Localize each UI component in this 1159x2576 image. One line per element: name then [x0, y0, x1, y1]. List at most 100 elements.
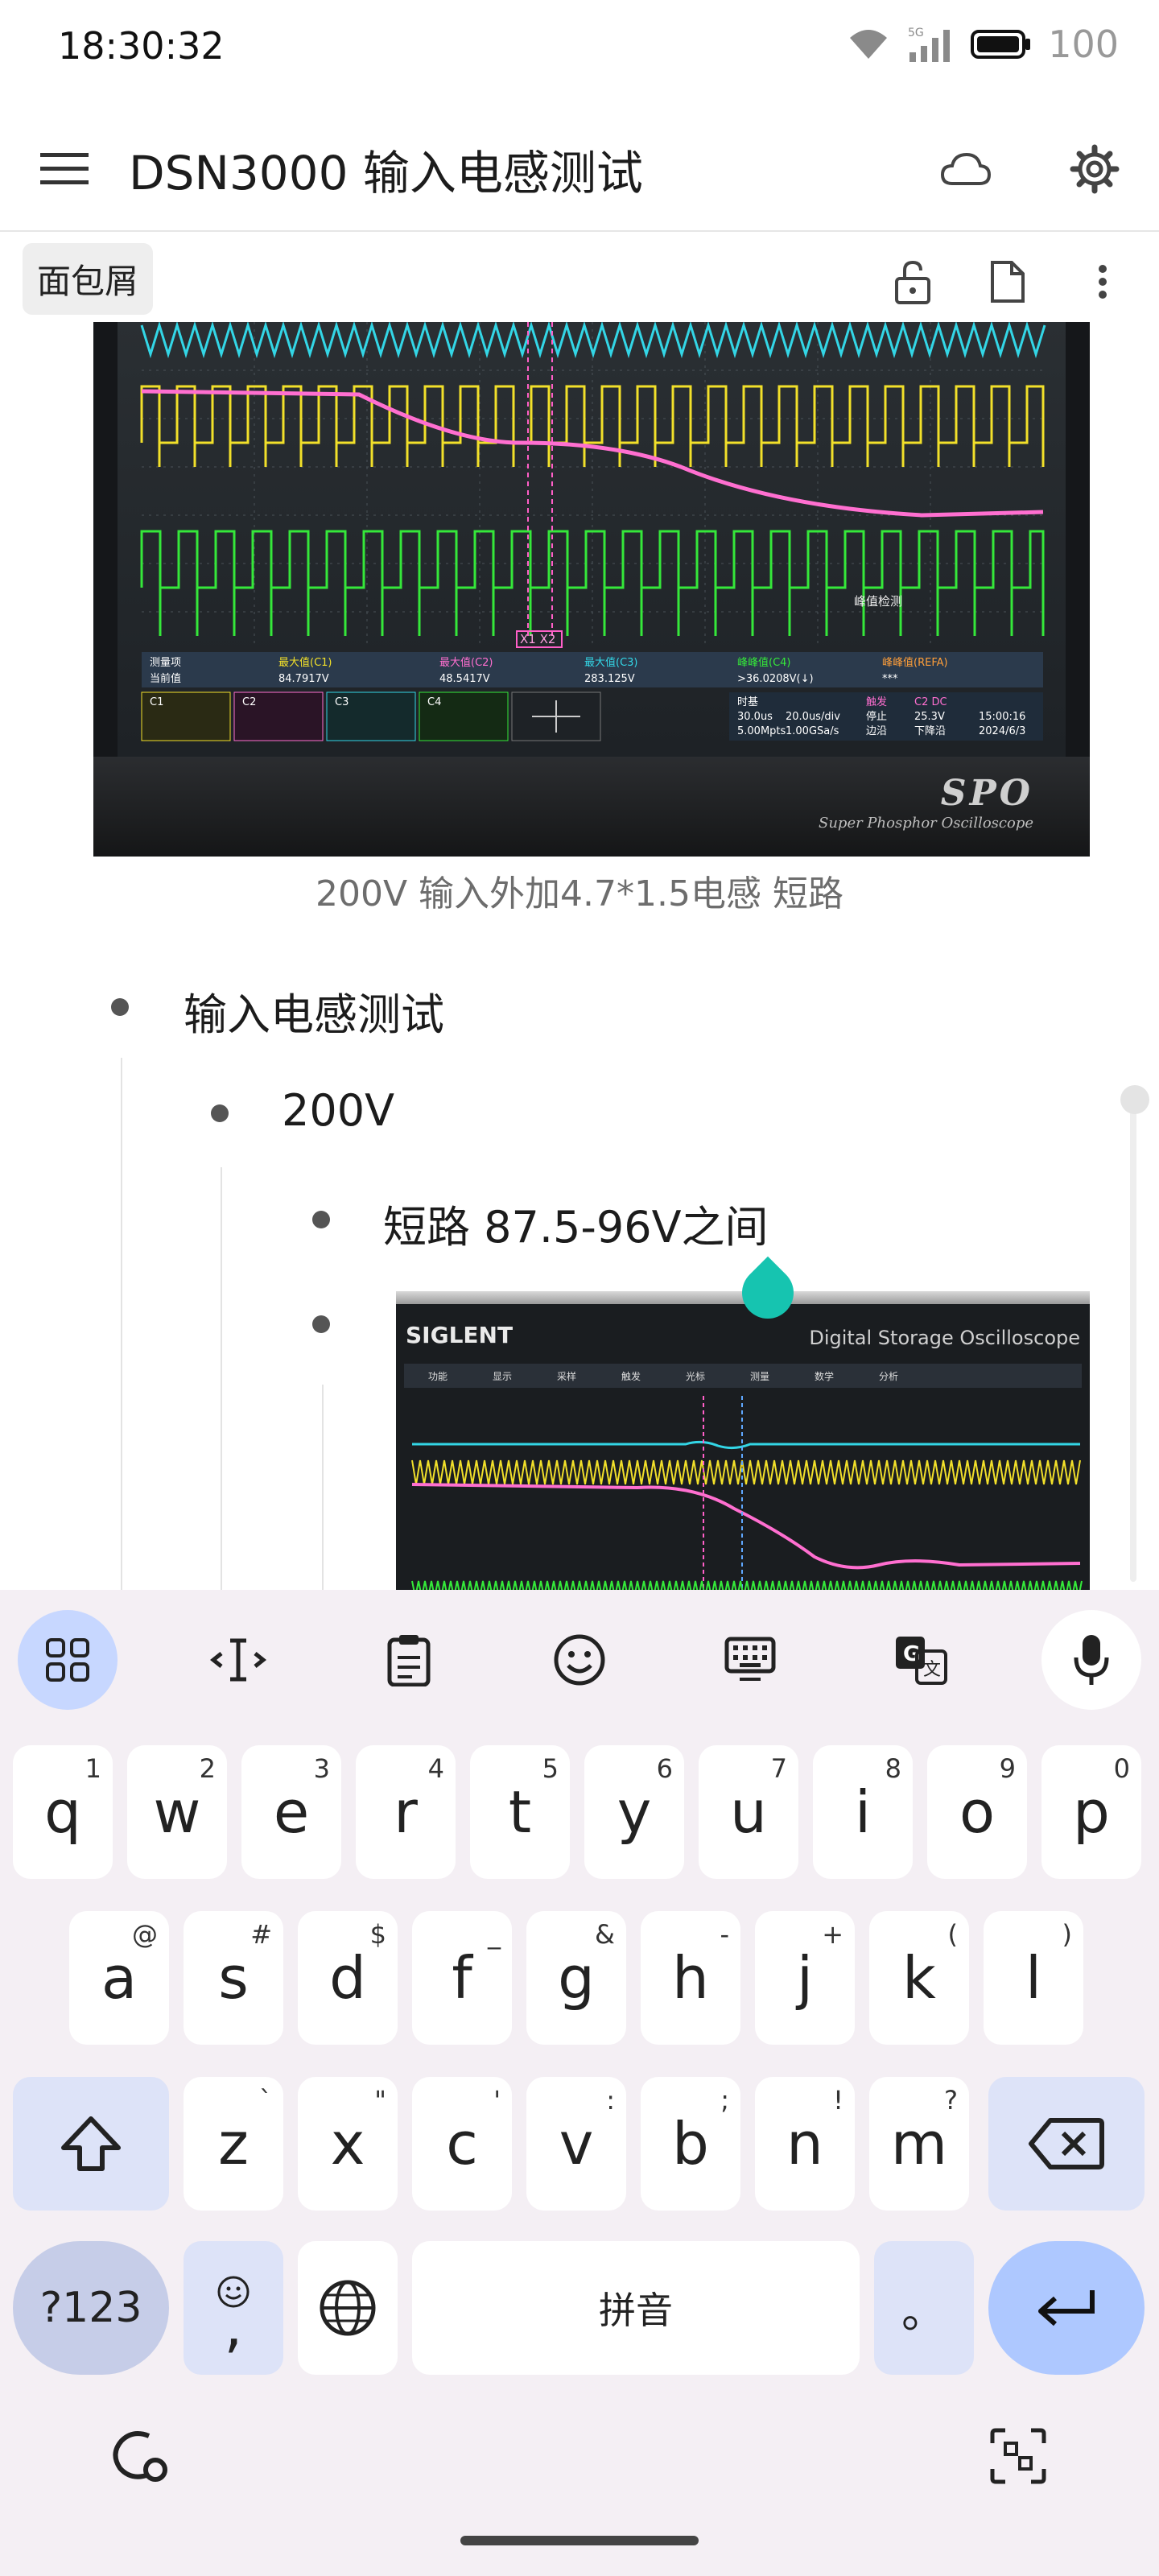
- key-n[interactable]: n!: [755, 2077, 855, 2211]
- trigger-label: 触发: [866, 696, 887, 708]
- status-bar: 18:30:32 5G 100: [0, 0, 1159, 97]
- breadcrumb[interactable]: 面包屑: [23, 243, 154, 315]
- oscilloscope-image-2[interactable]: SIGLENT Digital Storage Oscilloscope 功能 …: [396, 1291, 1090, 1590]
- cellular-signal-icon: 5G: [908, 27, 951, 62]
- channel-label: C2: [242, 696, 256, 708]
- key-hint: 0: [1113, 1753, 1130, 1784]
- key-j[interactable]: j +: [755, 1911, 855, 2045]
- key-label: v: [559, 2110, 594, 2178]
- space-key[interactable]: 拼音: [412, 2241, 860, 2375]
- scope-menu-item: 功能: [428, 1371, 448, 1382]
- clipboard-icon: [387, 1635, 431, 1686]
- list-item[interactable]: 短路 87.5-96V之间: [383, 1191, 769, 1255]
- emoji-button[interactable]: [530, 1610, 629, 1710]
- key-hint: ": [374, 2085, 386, 2116]
- key-v[interactable]: v:: [526, 2077, 626, 2211]
- more-options-button[interactable]: [1070, 250, 1135, 314]
- key-hint: 4: [427, 1753, 444, 1784]
- key-h[interactable]: h-: [641, 1911, 740, 2045]
- scope-menu-item: 分析: [879, 1371, 898, 1382]
- key-x[interactable]: x ": [298, 2077, 398, 2211]
- key-a[interactable]: a @: [69, 1911, 169, 2045]
- key-hint: 7: [770, 1753, 787, 1784]
- svg-text:5G: 5G: [908, 27, 924, 39]
- key-g[interactable]: g &: [526, 1911, 626, 2045]
- key-hint: +: [822, 1919, 843, 1950]
- svg-text:文: 文: [923, 1660, 941, 1680]
- key-d[interactable]: d $: [298, 1911, 398, 2045]
- cloud-sync-button[interactable]: [934, 137, 998, 201]
- key-l[interactable]: l): [984, 1911, 1083, 2045]
- scope-menu-item: 采样: [557, 1370, 576, 1382]
- key-s[interactable]: s #: [184, 1911, 283, 2045]
- key-label: t: [508, 1778, 532, 1846]
- voice-input-button[interactable]: [1041, 1610, 1141, 1710]
- key-label: 拼音: [599, 2289, 673, 2332]
- key-q[interactable]: q1: [13, 1745, 113, 1879]
- measure-value: >36.0208V(↓): [737, 673, 814, 685]
- document-content[interactable]: X1 X2 峰值检测 测量项 当前值 最大值(C1) 84.7917V 最大值(…: [0, 314, 1159, 1590]
- key-b[interactable]: b;: [641, 2077, 740, 2211]
- home-indicator[interactable]: [460, 2536, 699, 2545]
- backspace-key[interactable]: [988, 2077, 1145, 2211]
- shift-key[interactable]: [13, 2077, 169, 2211]
- key-w[interactable]: w2: [127, 1745, 227, 1879]
- key-p[interactable]: p0: [1041, 1745, 1141, 1879]
- key-i[interactable]: i8: [813, 1745, 913, 1879]
- scrollbar-track[interactable]: [1130, 1099, 1136, 1582]
- key-z[interactable]: z `: [184, 2077, 283, 2211]
- key-o[interactable]: o9: [927, 1745, 1027, 1879]
- key-c[interactable]: c ': [412, 2077, 512, 2211]
- peak-detect-label: 峰值检测: [854, 594, 902, 609]
- symbols-key[interactable]: ?123: [13, 2241, 169, 2375]
- screenshot-button[interactable]: [982, 2420, 1054, 2492]
- settings-button[interactable]: [1062, 137, 1127, 201]
- document-icon: [991, 261, 1025, 303]
- key-f[interactable]: f _: [412, 1911, 512, 2045]
- scope-menu-item: 光标: [686, 1371, 705, 1382]
- language-key[interactable]: [298, 2241, 398, 2375]
- cloud-icon: [941, 152, 991, 185]
- keyboard-layout-button[interactable]: [700, 1610, 800, 1710]
- key-label: y: [617, 1778, 652, 1846]
- period-key[interactable]: 。: [874, 2241, 974, 2375]
- clipboard-button[interactable]: [359, 1610, 459, 1710]
- list-bullet: [312, 1315, 330, 1333]
- scope-menu-item: 数学: [815, 1370, 834, 1382]
- enter-key[interactable]: [988, 2241, 1145, 2375]
- key-r[interactable]: r4: [356, 1745, 456, 1879]
- timebase-label: 时基: [737, 696, 758, 708]
- list-item[interactable]: 输入电感测试: [184, 979, 444, 1042]
- document-button[interactable]: [975, 250, 1040, 314]
- screenshot-icon: [990, 2428, 1046, 2484]
- emoji-icon: [554, 1634, 605, 1686]
- trigger-value: 停止: [866, 710, 887, 723]
- menu-button[interactable]: [32, 137, 97, 201]
- list-guide-line: [121, 1058, 122, 1590]
- oscilloscope-image-1[interactable]: X1 X2 峰值检测 测量项 当前值 最大值(C1) 84.7917V 最大值(…: [93, 322, 1090, 857]
- unlock-icon: [895, 260, 930, 304]
- enter-icon: [1038, 2290, 1095, 2326]
- key-hint: _: [488, 1919, 501, 1950]
- key-e[interactable]: e3: [241, 1745, 341, 1879]
- key-y[interactable]: y6: [584, 1745, 684, 1879]
- measure-header: 峰峰值(REFA): [882, 656, 948, 669]
- unlock-button[interactable]: [881, 250, 945, 314]
- key-hint: `: [259, 2085, 272, 2116]
- scrollbar-thumb[interactable]: [1120, 1085, 1149, 1114]
- keyboard-settings-button[interactable]: [105, 2420, 177, 2492]
- image-caption: 200V 输入外加4.7*1.5电感 短路: [315, 873, 843, 914]
- timebase-value: 30.0us: [737, 711, 773, 723]
- key-label: e: [273, 1778, 310, 1846]
- list-item[interactable]: 200V: [282, 1085, 394, 1136]
- text-cursor-button[interactable]: [188, 1610, 288, 1710]
- scope-brand: SPO: [940, 773, 1033, 814]
- measure-header: 最大值(C2): [439, 656, 493, 669]
- apps-grid-button[interactable]: [18, 1610, 118, 1710]
- key-k[interactable]: k(: [869, 1911, 969, 2045]
- key-u[interactable]: u7: [699, 1745, 798, 1879]
- key-t[interactable]: t5: [470, 1745, 570, 1879]
- comma-key[interactable]: ,: [184, 2241, 283, 2375]
- translate-button[interactable]: G 文: [871, 1610, 971, 1710]
- key-m[interactable]: m?: [869, 2077, 969, 2211]
